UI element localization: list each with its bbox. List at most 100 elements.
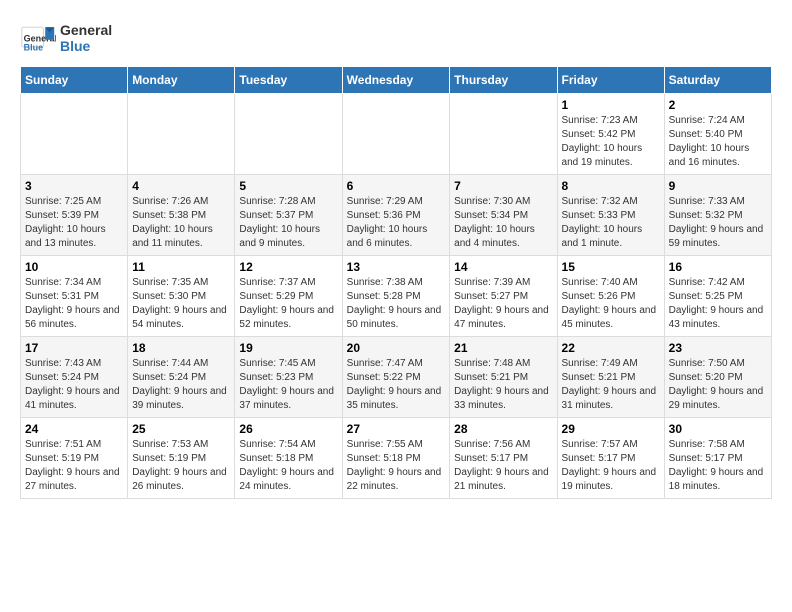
day-number: 3: [25, 179, 123, 193]
calendar-cell: 17 Sunrise: 7:43 AM Sunset: 5:24 PM Dayli…: [21, 337, 128, 418]
logo-blue: Blue: [60, 38, 112, 54]
day-info: Sunrise: 7:38 AM Sunset: 5:28 PM Dayligh…: [347, 276, 446, 332]
day-info: Sunrise: 7:48 AM Sunset: 5:21 PM Dayligh…: [454, 357, 552, 413]
calendar-cell: 28 Sunrise: 7:56 AM Sunset: 5:17 PM Dayli…: [450, 418, 557, 499]
calendar-week-row: 24Sunrise: 7:51 AM Sunset: 5:19 PM Dayli…: [21, 418, 772, 499]
calendar-cell: 29 Sunrise: 7:57 AM Sunset: 5:17 PM Dayli…: [557, 418, 664, 499]
day-info: Sunrise: 7:34 AM Sunset: 5:31 PM Dayligh…: [25, 276, 123, 332]
day-info: Sunrise: 7:26 AM Sunset: 5:38 PM Dayligh…: [132, 195, 230, 251]
day-info: Sunrise: 7:50 AM Sunset: 5:20 PM Dayligh…: [669, 357, 767, 413]
day-number: 14: [454, 260, 552, 274]
calendar-table: SundayMondayTuesdayWednesdayThursdayFrid…: [20, 66, 772, 499]
day-info: Sunrise: 7:29 AM Sunset: 5:36 PM Dayligh…: [347, 195, 446, 251]
day-number: 1: [562, 98, 660, 112]
calendar-cell: 20 Sunrise: 7:47 AM Sunset: 5:22 PM Dayli…: [342, 337, 450, 418]
day-info: Sunrise: 7:56 AM Sunset: 5:17 PM Dayligh…: [454, 438, 552, 494]
calendar-cell: 6 Sunrise: 7:29 AM Sunset: 5:36 PM Daylig…: [342, 175, 450, 256]
day-info: Sunrise: 7:49 AM Sunset: 5:21 PM Dayligh…: [562, 357, 660, 413]
day-header-monday: Monday: [128, 67, 235, 94]
logo: General Blue General Blue: [20, 20, 112, 56]
calendar-cell: 4 Sunrise: 7:26 AM Sunset: 5:38 PM Daylig…: [128, 175, 235, 256]
day-number: 4: [132, 179, 230, 193]
day-number: 6: [347, 179, 446, 193]
day-header-saturday: Saturday: [664, 67, 771, 94]
day-number: 29: [562, 422, 660, 436]
calendar-week-row: 17 Sunrise: 7:43 AM Sunset: 5:24 PM Dayli…: [21, 337, 772, 418]
day-info: Sunrise: 7:54 AM Sunset: 5:18 PM Dayligh…: [239, 438, 337, 494]
calendar-cell: 14 Sunrise: 7:39 AM Sunset: 5:27 PM Dayli…: [450, 256, 557, 337]
day-info: Sunrise: 7:24 AM Sunset: 5:40 PM Dayligh…: [669, 114, 767, 170]
logo-general: General: [60, 22, 112, 38]
day-number: 10: [25, 260, 123, 274]
calendar-cell: 18 Sunrise: 7:44 AM Sunset: 5:24 PM Dayli…: [128, 337, 235, 418]
calendar-cell: 10 Sunrise: 7:34 AM Sunset: 5:31 PM Dayli…: [21, 256, 128, 337]
day-number: 2: [669, 98, 767, 112]
day-number: 26: [239, 422, 337, 436]
calendar-cell: 24Sunrise: 7:51 AM Sunset: 5:19 PM Dayli…: [21, 418, 128, 499]
day-number: 27: [347, 422, 446, 436]
day-info: Sunrise: 7:47 AM Sunset: 5:22 PM Dayligh…: [347, 357, 446, 413]
calendar-cell: 5Sunrise: 7:28 AM Sunset: 5:37 PM Daylig…: [235, 175, 342, 256]
calendar-cell: 3 Sunrise: 7:25 AM Sunset: 5:39 PM Daylig…: [21, 175, 128, 256]
day-number: 20: [347, 341, 446, 355]
day-info: Sunrise: 7:42 AM Sunset: 5:25 PM Dayligh…: [669, 276, 767, 332]
calendar-week-row: 1 Sunrise: 7:23 AM Sunset: 5:42 PM Daylig…: [21, 94, 772, 175]
calendar-cell: [21, 94, 128, 175]
calendar-cell: 26 Sunrise: 7:54 AM Sunset: 5:18 PM Dayli…: [235, 418, 342, 499]
calendar-cell: 1 Sunrise: 7:23 AM Sunset: 5:42 PM Daylig…: [557, 94, 664, 175]
day-number: 18: [132, 341, 230, 355]
calendar-week-row: 10 Sunrise: 7:34 AM Sunset: 5:31 PM Dayli…: [21, 256, 772, 337]
calendar-cell: 30 Sunrise: 7:58 AM Sunset: 5:17 PM Dayli…: [664, 418, 771, 499]
day-info: Sunrise: 7:44 AM Sunset: 5:24 PM Dayligh…: [132, 357, 230, 413]
calendar-cell: 15 Sunrise: 7:40 AM Sunset: 5:26 PM Dayli…: [557, 256, 664, 337]
calendar-cell: [342, 94, 450, 175]
day-info: Sunrise: 7:33 AM Sunset: 5:32 PM Dayligh…: [669, 195, 767, 251]
day-info: Sunrise: 7:40 AM Sunset: 5:26 PM Dayligh…: [562, 276, 660, 332]
day-number: 17: [25, 341, 123, 355]
calendar-cell: 13Sunrise: 7:38 AM Sunset: 5:28 PM Dayli…: [342, 256, 450, 337]
calendar-cell: 16 Sunrise: 7:42 AM Sunset: 5:25 PM Dayli…: [664, 256, 771, 337]
calendar-cell: [128, 94, 235, 175]
header: General Blue General Blue: [20, 20, 772, 56]
calendar-header-row: SundayMondayTuesdayWednesdayThursdayFrid…: [21, 67, 772, 94]
day-header-friday: Friday: [557, 67, 664, 94]
day-info: Sunrise: 7:32 AM Sunset: 5:33 PM Dayligh…: [562, 195, 660, 251]
calendar-cell: 11Sunrise: 7:35 AM Sunset: 5:30 PM Dayli…: [128, 256, 235, 337]
day-number: 19: [239, 341, 337, 355]
day-header-wednesday: Wednesday: [342, 67, 450, 94]
day-number: 15: [562, 260, 660, 274]
day-number: 8: [562, 179, 660, 193]
logo-icon: General Blue: [20, 20, 56, 56]
calendar-cell: 25 Sunrise: 7:53 AM Sunset: 5:19 PM Dayli…: [128, 418, 235, 499]
calendar-cell: [235, 94, 342, 175]
day-number: 9: [669, 179, 767, 193]
calendar-cell: 8 Sunrise: 7:32 AM Sunset: 5:33 PM Daylig…: [557, 175, 664, 256]
day-info: Sunrise: 7:53 AM Sunset: 5:19 PM Dayligh…: [132, 438, 230, 494]
day-number: 25: [132, 422, 230, 436]
day-number: 28: [454, 422, 552, 436]
day-number: 12: [239, 260, 337, 274]
day-number: 16: [669, 260, 767, 274]
day-info: Sunrise: 7:23 AM Sunset: 5:42 PM Dayligh…: [562, 114, 660, 170]
calendar-cell: 12 Sunrise: 7:37 AM Sunset: 5:29 PM Dayli…: [235, 256, 342, 337]
day-info: Sunrise: 7:25 AM Sunset: 5:39 PM Dayligh…: [25, 195, 123, 251]
day-number: 30: [669, 422, 767, 436]
day-number: 21: [454, 341, 552, 355]
day-info: Sunrise: 7:37 AM Sunset: 5:29 PM Dayligh…: [239, 276, 337, 332]
day-info: Sunrise: 7:57 AM Sunset: 5:17 PM Dayligh…: [562, 438, 660, 494]
day-header-tuesday: Tuesday: [235, 67, 342, 94]
day-info: Sunrise: 7:55 AM Sunset: 5:18 PM Dayligh…: [347, 438, 446, 494]
day-number: 7: [454, 179, 552, 193]
day-info: Sunrise: 7:30 AM Sunset: 5:34 PM Dayligh…: [454, 195, 552, 251]
day-info: Sunrise: 7:43 AM Sunset: 5:24 PM Dayligh…: [25, 357, 123, 413]
day-info: Sunrise: 7:58 AM Sunset: 5:17 PM Dayligh…: [669, 438, 767, 494]
day-number: 24: [25, 422, 123, 436]
calendar-cell: 27 Sunrise: 7:55 AM Sunset: 5:18 PM Dayli…: [342, 418, 450, 499]
calendar-cell: [450, 94, 557, 175]
calendar-week-row: 3 Sunrise: 7:25 AM Sunset: 5:39 PM Daylig…: [21, 175, 772, 256]
calendar-cell: 21 Sunrise: 7:48 AM Sunset: 5:21 PM Dayli…: [450, 337, 557, 418]
day-number: 22: [562, 341, 660, 355]
calendar-cell: 19Sunrise: 7:45 AM Sunset: 5:23 PM Dayli…: [235, 337, 342, 418]
calendar-cell: 7 Sunrise: 7:30 AM Sunset: 5:34 PM Daylig…: [450, 175, 557, 256]
day-info: Sunrise: 7:39 AM Sunset: 5:27 PM Dayligh…: [454, 276, 552, 332]
